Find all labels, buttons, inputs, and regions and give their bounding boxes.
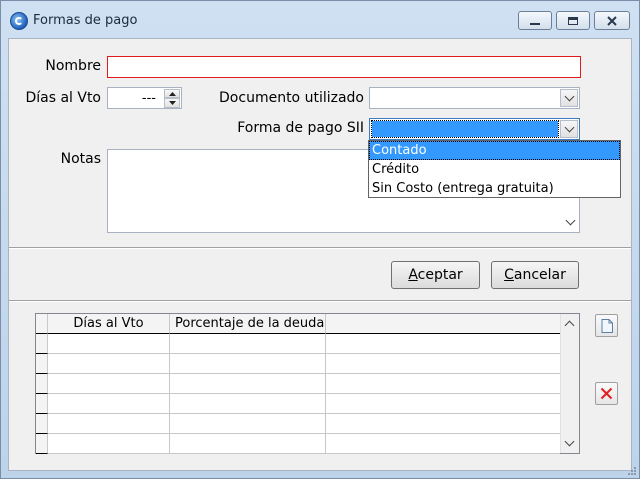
minimize-button[interactable] <box>518 11 552 30</box>
scroll-down-button[interactable] <box>564 436 575 447</box>
cell-filler <box>326 434 560 454</box>
new-document-icon <box>601 318 613 333</box>
delete-icon <box>600 387 613 400</box>
cell-porcentaje[interactable] <box>170 394 326 414</box>
notas-label: Notas <box>60 151 101 167</box>
spin-down-button[interactable] <box>164 98 180 108</box>
cell-filler <box>326 374 560 394</box>
forma-pago-combobox[interactable] <box>369 118 580 140</box>
table-row[interactable] <box>36 374 560 394</box>
chevron-up-icon <box>564 320 575 331</box>
cell-dias-vto[interactable] <box>48 434 170 454</box>
table-row[interactable] <box>36 354 560 374</box>
documento-combobox[interactable] <box>369 87 580 109</box>
table-row[interactable] <box>36 334 560 354</box>
row-selector[interactable] <box>36 334 48 354</box>
row-selector[interactable] <box>36 354 48 374</box>
triangle-up-icon <box>168 91 176 96</box>
aceptar-label: Aceptar <box>408 267 463 283</box>
window: Formas de pago Nombre Días al Vto --- Do… <box>0 0 640 479</box>
chevron-down-icon <box>564 436 575 447</box>
dias-vto-value: --- <box>141 91 156 106</box>
grid-vertical-scrollbar[interactable] <box>560 314 579 453</box>
aceptar-button[interactable]: Aceptar <box>391 261 480 289</box>
cell-filler <box>326 414 560 434</box>
row-selector[interactable] <box>36 374 48 394</box>
documento-dropdown-button[interactable] <box>560 89 578 107</box>
cancelar-button[interactable]: Cancelar <box>491 261 579 289</box>
cell-porcentaje[interactable] <box>170 434 326 454</box>
cell-dias-vto[interactable] <box>48 334 170 354</box>
maximize-icon <box>568 16 578 25</box>
column-header-filler <box>326 314 560 334</box>
client-area: Nombre Días al Vto --- Documento utiliza… <box>8 38 632 471</box>
dropdown-option[interactable]: Crédito <box>369 160 620 179</box>
cell-porcentaje[interactable] <box>170 374 326 394</box>
cell-dias-vto[interactable] <box>48 354 170 374</box>
chevron-down-icon <box>564 122 574 133</box>
nombre-label: Nombre <box>45 58 101 74</box>
cell-porcentaje[interactable] <box>170 354 326 374</box>
minimize-icon <box>530 22 540 25</box>
notas-scroll-down[interactable] <box>565 215 576 226</box>
chevron-down-icon <box>565 215 576 226</box>
row-selector[interactable] <box>36 434 48 454</box>
table-row[interactable] <box>36 414 560 434</box>
table-row[interactable] <box>36 434 560 454</box>
payment-terms-grid[interactable]: Días al Vto Porcentaje de la deuda <box>35 313 580 454</box>
separator-bottom <box>9 300 631 302</box>
row-selector[interactable] <box>36 394 48 414</box>
documento-label: Documento utilizado <box>219 90 364 106</box>
cell-porcentaje[interactable] <box>170 334 326 354</box>
table-row[interactable] <box>36 394 560 414</box>
new-row-button[interactable] <box>595 314 618 337</box>
window-title: Formas de pago <box>33 13 138 28</box>
close-icon <box>607 15 617 26</box>
triangle-down-icon <box>168 101 176 105</box>
dias-vto-label: Días al Vto <box>25 90 101 106</box>
cancelar-label: Cancelar <box>504 267 566 283</box>
maximize-button[interactable] <box>556 11 590 30</box>
separator-top <box>9 247 631 249</box>
cell-filler <box>326 334 560 354</box>
cell-filler <box>326 354 560 374</box>
dias-vto-spinner[interactable]: --- <box>107 87 182 109</box>
column-header-dias-vto[interactable]: Días al Vto <box>48 314 170 334</box>
forma-pago-dropdown-button[interactable] <box>560 120 578 138</box>
dropdown-option[interactable]: Sin Costo (entrega gratuita) <box>369 179 620 198</box>
forma-pago-label: Forma de pago SII <box>237 120 364 136</box>
cell-porcentaje[interactable] <box>170 414 326 434</box>
scroll-up-button[interactable] <box>564 319 575 331</box>
column-header-porcentaje[interactable]: Porcentaje de la deuda <box>170 314 326 334</box>
forma-pago-selection <box>371 120 559 138</box>
spin-up-button[interactable] <box>164 89 180 98</box>
close-button[interactable] <box>594 11 630 30</box>
cell-dias-vto[interactable] <box>48 374 170 394</box>
cell-filler <box>326 394 560 414</box>
title-bar[interactable]: Formas de pago <box>1 1 639 37</box>
dropdown-option[interactable]: Contado <box>369 141 620 160</box>
resize-grip-icon[interactable] <box>626 465 637 476</box>
nombre-input[interactable] <box>107 56 581 78</box>
forma-pago-dropdown-list[interactable]: Contado Crédito Sin Costo (entrega gratu… <box>368 140 621 198</box>
row-header-corner <box>36 314 48 334</box>
delete-row-button[interactable] <box>595 382 618 405</box>
chevron-down-icon <box>564 91 574 102</box>
row-selector[interactable] <box>36 414 48 434</box>
app-logo-icon <box>10 12 28 30</box>
cell-dias-vto[interactable] <box>48 414 170 434</box>
cell-dias-vto[interactable] <box>48 394 170 414</box>
